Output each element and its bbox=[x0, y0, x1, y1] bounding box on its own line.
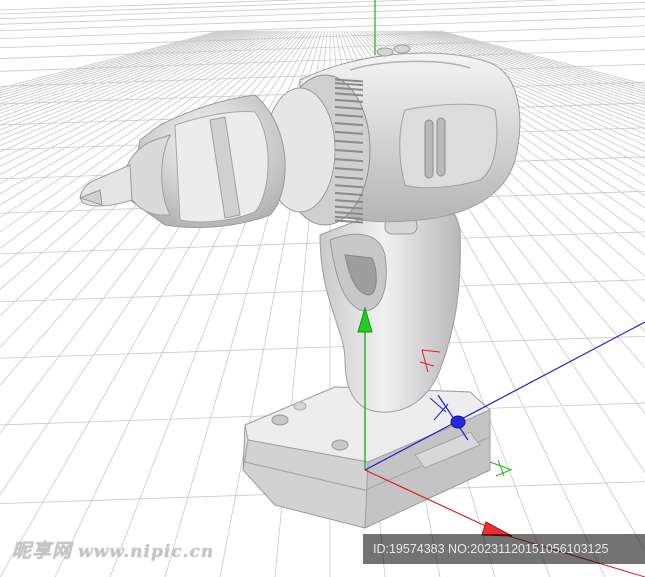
image-id-strip: ID:19574383 NO:20231120151056103125 bbox=[363, 534, 645, 564]
site-watermark: 昵享网 www.nipic.cn bbox=[12, 536, 214, 563]
scene-canvas bbox=[0, 0, 645, 577]
watermark-brand: 昵享网 bbox=[12, 540, 73, 562]
z-axis-handle-knob[interactable] bbox=[450, 415, 466, 429]
viewport: 昵享网 www.nipic.cn ID:19574383 NO:202311201… bbox=[0, 0, 645, 577]
handle bbox=[319, 197, 461, 413]
image-id-text: ID:19574383 NO:20231120151056103125 bbox=[373, 542, 609, 556]
watermark-site: www.nipic.cn bbox=[78, 542, 215, 562]
drill-model bbox=[78, 44, 521, 529]
chuck bbox=[124, 94, 286, 228]
